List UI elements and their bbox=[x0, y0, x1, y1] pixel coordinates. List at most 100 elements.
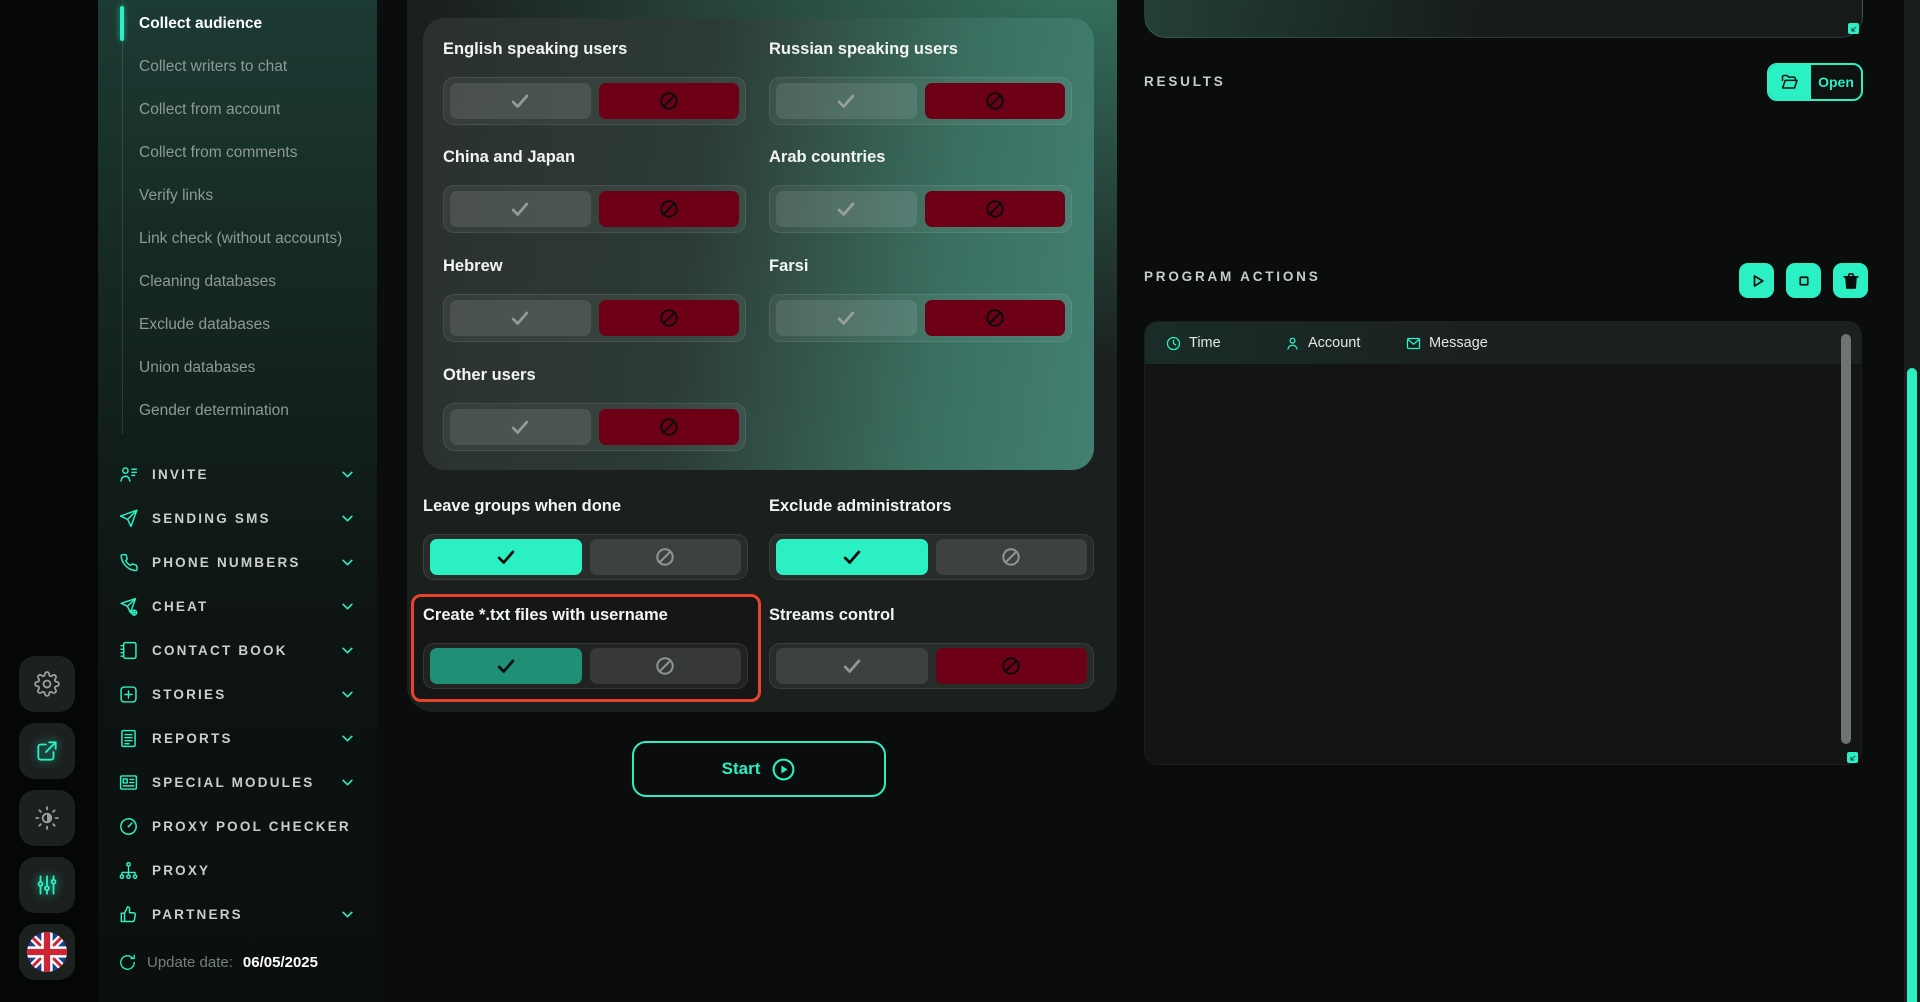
deny-button[interactable] bbox=[590, 539, 742, 575]
phone-icon bbox=[118, 552, 139, 573]
allow-button[interactable] bbox=[776, 83, 917, 119]
toggle-label: Russian speaking users bbox=[769, 40, 1072, 60]
deny-button[interactable] bbox=[925, 300, 1066, 336]
block-icon bbox=[658, 307, 680, 329]
block-icon bbox=[658, 90, 680, 112]
sidebar-section-contact-book[interactable]: CONTACT BOOK bbox=[98, 628, 377, 672]
deny-button[interactable] bbox=[599, 191, 740, 227]
deny-button[interactable] bbox=[936, 539, 1088, 575]
chevron-down-icon bbox=[340, 687, 355, 702]
sidebar-section-proxy[interactable]: PROXY bbox=[98, 848, 377, 892]
allow-button[interactable] bbox=[776, 539, 928, 575]
allow-button[interactable] bbox=[776, 648, 928, 684]
allow-button[interactable] bbox=[450, 83, 591, 119]
invite-icon bbox=[118, 464, 139, 485]
start-button-label: Start bbox=[722, 759, 761, 779]
sidebar-item-exclude-databases[interactable]: Exclude databases bbox=[123, 303, 362, 346]
table-header-account: Account bbox=[1284, 322, 1360, 364]
start-button[interactable]: Start bbox=[632, 741, 886, 797]
chevron-down-icon bbox=[340, 907, 355, 922]
page-scrollbar-thumb[interactable] bbox=[1907, 368, 1917, 1002]
sidebar-section-sending-sms[interactable]: SENDING SMS bbox=[98, 496, 377, 540]
run-button[interactable] bbox=[1739, 263, 1774, 298]
deny-button[interactable] bbox=[936, 648, 1088, 684]
sidebar-section-partners[interactable]: PARTNERS bbox=[98, 892, 377, 936]
sidebar-item-collect-from-account[interactable]: Collect from account bbox=[123, 88, 362, 131]
envelope-icon bbox=[1405, 335, 1422, 352]
block-icon bbox=[654, 546, 676, 568]
rail-button-external-link[interactable] bbox=[19, 723, 75, 779]
allow-button[interactable] bbox=[776, 300, 917, 336]
sidebar-section-label: PARTNERS bbox=[152, 907, 243, 922]
deny-button[interactable] bbox=[925, 83, 1066, 119]
sidebar-section-label: CHEAT bbox=[152, 599, 209, 614]
deny-button[interactable] bbox=[599, 409, 740, 445]
resize-grip[interactable] bbox=[1848, 23, 1859, 34]
sidebar-section-cheat[interactable]: CHEAT bbox=[98, 584, 377, 628]
refresh-icon[interactable] bbox=[118, 953, 137, 972]
sidebar-item-collect-from-comments[interactable]: Collect from comments bbox=[123, 131, 362, 174]
toggle-label: Streams control bbox=[769, 606, 1094, 626]
toggle-group-exclude-administrators: Exclude administrators bbox=[769, 497, 1094, 580]
folder-open-icon bbox=[1769, 65, 1811, 99]
toggle-box bbox=[423, 534, 748, 580]
log-output-box bbox=[1144, 0, 1863, 38]
sidebar-section-reports[interactable]: REPORTS bbox=[98, 716, 377, 760]
rail-button-gear[interactable] bbox=[19, 656, 75, 712]
special-modules-icon bbox=[118, 772, 139, 793]
allow-button[interactable] bbox=[776, 191, 917, 227]
allow-button[interactable] bbox=[450, 300, 591, 336]
rail-button-brightness[interactable] bbox=[19, 790, 75, 846]
sidebar-section-proxy-pool-checker[interactable]: PROXY POOL CHECKER bbox=[98, 804, 377, 848]
left-icon-rail bbox=[0, 0, 98, 1002]
proxy-icon bbox=[118, 860, 139, 881]
toggle-box bbox=[423, 643, 748, 689]
page-scrollbar[interactable] bbox=[1904, 0, 1920, 1002]
deny-button[interactable] bbox=[599, 300, 740, 336]
sidebar-section-stories[interactable]: STORIES bbox=[98, 672, 377, 716]
deny-button[interactable] bbox=[599, 83, 740, 119]
open-button-label: Open bbox=[1811, 65, 1861, 99]
sidebar-section-special-modules[interactable]: SPECIAL MODULES bbox=[98, 760, 377, 804]
sidebar-item-union-databases[interactable]: Union databases bbox=[123, 346, 362, 389]
clear-button[interactable] bbox=[1833, 263, 1868, 298]
chevron-down-icon bbox=[340, 467, 355, 482]
uk-flag-icon bbox=[27, 932, 67, 972]
allow-button[interactable] bbox=[430, 648, 582, 684]
rail-button-sliders[interactable] bbox=[19, 857, 75, 913]
sidebar-item-link-check-without-accounts[interactable]: Link check (without accounts) bbox=[123, 217, 362, 260]
deny-button[interactable] bbox=[925, 191, 1066, 227]
sidebar-section-phone-numbers[interactable]: PHONE NUMBERS bbox=[98, 540, 377, 584]
cheat-icon bbox=[118, 596, 139, 617]
sidebar-item-gender-determination[interactable]: Gender determination bbox=[123, 389, 362, 432]
sidebar-item-verify-links[interactable]: Verify links bbox=[123, 174, 362, 217]
play-circle-icon bbox=[771, 757, 796, 782]
check-icon bbox=[835, 307, 857, 329]
resize-grip[interactable] bbox=[1847, 752, 1858, 763]
sidebar-section-invite[interactable]: INVITE bbox=[98, 452, 377, 496]
stop-button[interactable] bbox=[1786, 263, 1821, 298]
sidebar-item-collect-writers-to-chat[interactable]: Collect writers to chat bbox=[123, 45, 362, 88]
toggle-label: Farsi bbox=[769, 257, 1072, 277]
deny-button[interactable] bbox=[590, 648, 742, 684]
toggle-label: Other users bbox=[443, 366, 746, 386]
brightness-icon bbox=[34, 805, 60, 831]
allow-button[interactable] bbox=[450, 409, 591, 445]
allow-button[interactable] bbox=[430, 539, 582, 575]
toggle-group-hebrew: Hebrew bbox=[443, 257, 746, 342]
rail-button-uk-flag[interactable] bbox=[19, 924, 75, 980]
check-icon bbox=[495, 546, 517, 568]
sidebar-section-label: PROXY bbox=[152, 863, 210, 878]
program-actions-table: TimeAccountMessage bbox=[1144, 321, 1862, 765]
block-icon bbox=[984, 307, 1006, 329]
open-results-button[interactable]: Open bbox=[1767, 63, 1863, 101]
contact-book-icon bbox=[118, 640, 139, 661]
sidebar-item-collect-audience[interactable]: Collect audience bbox=[123, 2, 362, 45]
table-scrollbar-thumb[interactable] bbox=[1841, 334, 1851, 744]
clock-icon bbox=[1165, 335, 1182, 352]
sidebar-submenu: Collect audienceCollect writers to chatC… bbox=[122, 0, 362, 434]
table-header-message: Message bbox=[1405, 322, 1488, 364]
sidebar-item-cleaning-databases[interactable]: Cleaning databases bbox=[123, 260, 362, 303]
sidebar-section-label: PROXY POOL CHECKER bbox=[152, 819, 351, 834]
allow-button[interactable] bbox=[450, 191, 591, 227]
